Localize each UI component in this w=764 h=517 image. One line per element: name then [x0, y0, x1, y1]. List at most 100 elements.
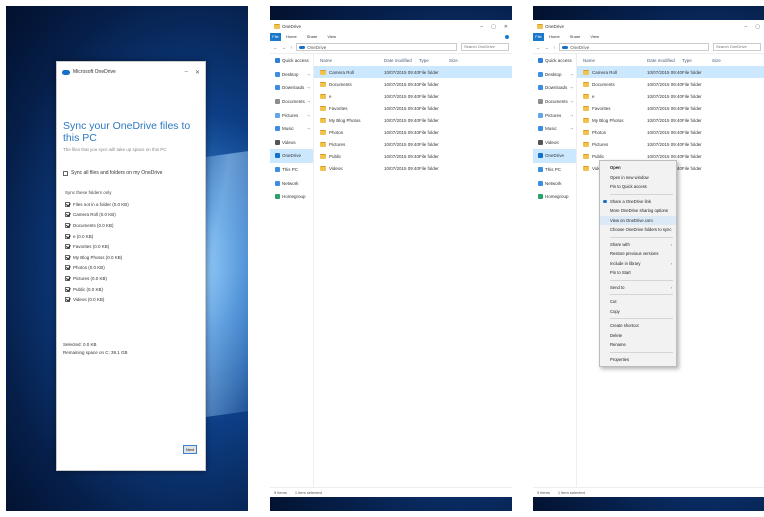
forward-icon[interactable]: →	[282, 45, 287, 50]
column-name[interactable]: Name	[314, 58, 384, 63]
sidebar-item-homegroup[interactable]: Homegroup	[270, 190, 313, 204]
column-type[interactable]: Type	[682, 58, 712, 63]
back-icon[interactable]: ←	[536, 45, 541, 50]
folder-checkbox[interactable]	[65, 222, 70, 228]
folder-checkbox[interactable]	[65, 275, 70, 281]
close-icon[interactable]: ✕	[504, 24, 508, 30]
up-icon[interactable]: ↑	[553, 45, 555, 50]
column-date[interactable]: Date modified	[384, 58, 419, 63]
tab-view[interactable]: View	[322, 33, 341, 41]
table-row[interactable]: Camera Roll 10/07/2015 09:40 File folder	[314, 66, 512, 78]
tab-file[interactable]: File	[533, 33, 544, 41]
menu-item-send-to[interactable]: Send to ›	[600, 283, 676, 293]
folder-option[interactable]: Favorites (0.0 KB)	[57, 241, 205, 252]
tab-file[interactable]: File	[270, 33, 281, 41]
folder-option[interactable]: Camera Roll (0.0 KB)	[57, 210, 205, 221]
up-icon[interactable]: ↑	[290, 45, 292, 50]
menu-item-choose-onedrive-folders-to-sync[interactable]: Choose OneDrive folders to sync	[600, 225, 676, 235]
sidebar-item-onedrive[interactable]: OneDrive	[270, 149, 313, 163]
menu-item-pin-to-start[interactable]: Pin to Start	[600, 268, 676, 278]
folder-checkbox[interactable]	[65, 297, 70, 303]
folder-checkbox[interactable]	[65, 265, 70, 271]
address-bar[interactable]: OneDrive	[296, 43, 457, 51]
sidebar-item-homegroup[interactable]: Homegroup	[533, 190, 576, 204]
sync-all-option[interactable]: Sync all files and folders on my OneDriv…	[57, 152, 205, 176]
tab-share[interactable]: Share	[302, 33, 323, 41]
table-row[interactable]: Photos 10/07/2015 09:40 File folder	[577, 126, 764, 138]
search-input[interactable]: Search OneDrive	[461, 43, 509, 51]
menu-item-include-in-library[interactable]: Include in library ›	[600, 259, 676, 269]
column-type[interactable]: Type	[419, 58, 449, 63]
menu-item-rename[interactable]: Rename	[600, 340, 676, 350]
sidebar-item-this-pc[interactable]: This PC	[270, 163, 313, 177]
folder-checkbox[interactable]	[65, 233, 70, 239]
table-row[interactable]: My Blog Photos 10/07/2015 09:40 File folde…	[577, 114, 764, 126]
menu-item-share-a-onedrive-link[interactable]: Share a OneDrive link	[600, 197, 676, 207]
close-icon[interactable]: ✕	[195, 69, 200, 76]
menu-item-open-in-new-window[interactable]: Open in new window	[600, 173, 676, 183]
menu-item-create-shortcut[interactable]: Create shortcut	[600, 321, 676, 331]
sidebar-item-quick-access[interactable]: Quick access	[533, 54, 576, 68]
folder-option[interactable]: Documents (0.0 KB)	[57, 220, 205, 231]
sidebar-item-desktop[interactable]: Desktop ⊸	[533, 68, 576, 82]
folder-option[interactable]: Pictures (0.0 KB)	[57, 273, 205, 284]
menu-item-delete[interactable]: Delete	[600, 331, 676, 341]
next-button[interactable]: Next	[183, 445, 197, 454]
table-row[interactable]: Pictures 10/07/2015 09:40 File folder	[314, 138, 512, 150]
sidebar-item-music[interactable]: Music ⊸	[270, 122, 313, 136]
minimize-icon[interactable]: –	[480, 24, 483, 30]
sidebar-item-network[interactable]: Network	[533, 176, 576, 190]
sidebar-item-desktop[interactable]: Desktop ⊸	[270, 68, 313, 82]
maximize-icon[interactable]: ▢	[755, 24, 760, 30]
table-row[interactable]: e 10/07/2015 09:40 File folder	[314, 90, 512, 102]
sidebar-item-quick-access[interactable]: Quick access	[270, 54, 313, 68]
sync-all-checkbox[interactable]	[63, 170, 68, 176]
column-name[interactable]: Name	[577, 58, 647, 63]
table-row[interactable]: Camera Roll 10/07/2015 09:40 File folder	[577, 66, 764, 78]
folder-checkbox[interactable]	[65, 201, 70, 207]
table-row[interactable]: Public 10/07/2015 09:40 File folder	[314, 150, 512, 162]
menu-item-restore-previous-versions[interactable]: Restore previous versions	[600, 249, 676, 259]
folder-option[interactable]: My Blog Photos (0.0 KB)	[57, 252, 205, 263]
tab-home[interactable]: Home	[281, 33, 302, 41]
sidebar-item-videos[interactable]: Videos	[533, 136, 576, 150]
menu-item-open[interactable]: Open	[600, 163, 676, 173]
table-row[interactable]: Videos 10/07/2015 09:40File folder	[314, 162, 512, 174]
menu-item-cut[interactable]: Cut	[600, 297, 676, 307]
menu-item-copy[interactable]: Copy	[600, 307, 676, 317]
maximize-icon[interactable]: ▢	[491, 24, 496, 30]
table-row[interactable]: Favorites 10/07/2015 09:40 File folder	[577, 102, 764, 114]
folder-checkbox[interactable]	[65, 244, 70, 250]
folder-option[interactable]: e (0.0 KB)	[57, 231, 205, 242]
sidebar-item-documents[interactable]: Documents ⊸	[270, 95, 313, 109]
tab-view[interactable]: View	[585, 33, 604, 41]
menu-item-pin-to-quick-access[interactable]: Pin to Quick access	[600, 182, 676, 192]
minimize-icon[interactable]: –	[185, 69, 188, 76]
table-row[interactable]: Documents 10/07/2015 09:40 File folder	[577, 78, 764, 90]
column-size[interactable]: Size	[712, 58, 732, 63]
table-row[interactable]: Photos 10/07/2015 09:40 File folder	[314, 126, 512, 138]
menu-item-properties[interactable]: Properties	[600, 355, 676, 365]
sidebar-item-network[interactable]: Network	[270, 176, 313, 190]
tab-home[interactable]: Home	[544, 33, 565, 41]
help-icon[interactable]	[505, 35, 509, 39]
sidebar-item-music[interactable]: Music ⊸	[533, 122, 576, 136]
folder-checkbox[interactable]	[65, 254, 70, 260]
column-size[interactable]: Size	[449, 58, 469, 63]
forward-icon[interactable]: →	[545, 45, 550, 50]
folder-option[interactable]: Files not in a folder (0.0 KB)	[57, 199, 205, 210]
sidebar-item-pictures[interactable]: Pictures ⊸	[270, 108, 313, 122]
folder-option[interactable]: Photos (0.0 KB)	[57, 263, 205, 274]
minimize-icon[interactable]: –	[744, 24, 747, 30]
folder-option[interactable]: Videos (0.0 KB)	[57, 294, 205, 305]
table-row[interactable]: Favorites 10/07/2015 09:40 File folder	[314, 102, 512, 114]
address-bar[interactable]: OneDrive	[559, 43, 709, 51]
sidebar-item-downloads[interactable]: Downloads ⊸	[270, 81, 313, 95]
table-row[interactable]: Documents 10/07/2015 09:40 File folder	[314, 78, 512, 90]
sidebar-item-documents[interactable]: Documents ⊸	[533, 95, 576, 109]
sidebar-item-videos[interactable]: Videos	[270, 136, 313, 150]
column-date[interactable]: Date modified	[647, 58, 682, 63]
sidebar-item-pictures[interactable]: Pictures ⊸	[533, 108, 576, 122]
menu-item-share-with[interactable]: Share with ›	[600, 240, 676, 250]
table-row[interactable]: Pictures 10/07/2015 09:40 File folder	[577, 138, 764, 150]
